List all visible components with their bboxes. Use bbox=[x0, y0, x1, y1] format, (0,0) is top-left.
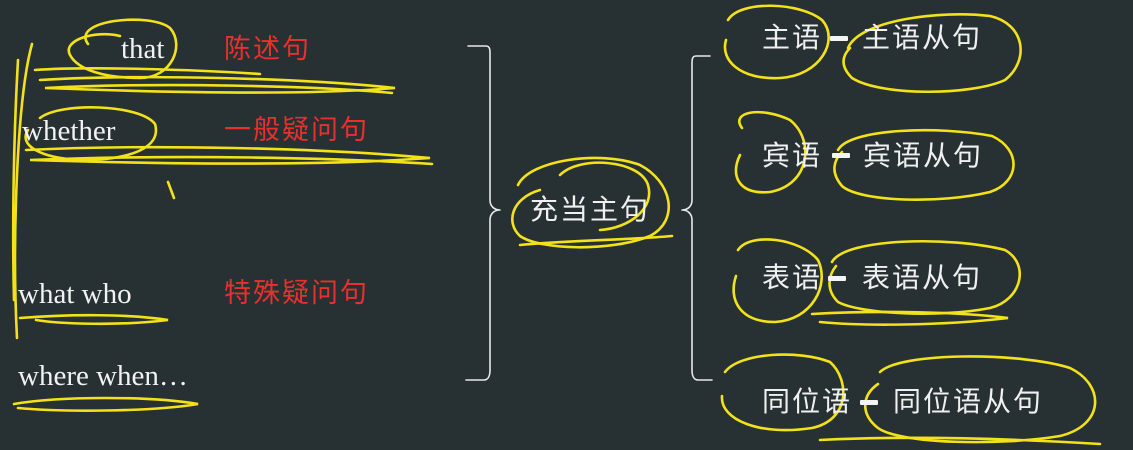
conjunction-what-who: what who bbox=[18, 278, 132, 310]
type-general-question: 一般疑问句 bbox=[224, 115, 369, 146]
main-brace bbox=[465, 45, 501, 381]
right-brace bbox=[681, 55, 713, 381]
conjunction-whether: whether bbox=[22, 115, 116, 147]
conjunction-that: that bbox=[121, 33, 165, 65]
whether-underline bbox=[24, 145, 434, 166]
arrow-right-icon bbox=[860, 400, 878, 405]
role-subject: 主语 bbox=[762, 21, 823, 54]
conjunction-where-when: where when… bbox=[18, 360, 188, 392]
where-when-underline bbox=[12, 396, 199, 412]
type-declarative: 陈述句 bbox=[224, 34, 311, 65]
clause-subject: 主语从句 bbox=[862, 21, 983, 54]
role-appositive: 同位语 bbox=[762, 385, 853, 418]
clause-appositive: 同位语从句 bbox=[893, 385, 1044, 418]
center-label: 充当主句 bbox=[530, 193, 651, 226]
role-predicative: 表语 bbox=[762, 261, 823, 294]
clause-object: 宾语从句 bbox=[863, 139, 984, 172]
role-object: 宾语 bbox=[762, 139, 823, 172]
type-special-question: 特殊疑问句 bbox=[224, 278, 369, 309]
that-underline bbox=[38, 75, 396, 95]
clause-predicative: 表语从句 bbox=[862, 261, 983, 294]
diagram-canvas: that 陈述句 whether 一般疑问句 what who 特殊疑问句 wh… bbox=[0, 0, 1133, 450]
what-who-underline bbox=[18, 313, 169, 326]
arrow-right-icon bbox=[830, 36, 848, 41]
